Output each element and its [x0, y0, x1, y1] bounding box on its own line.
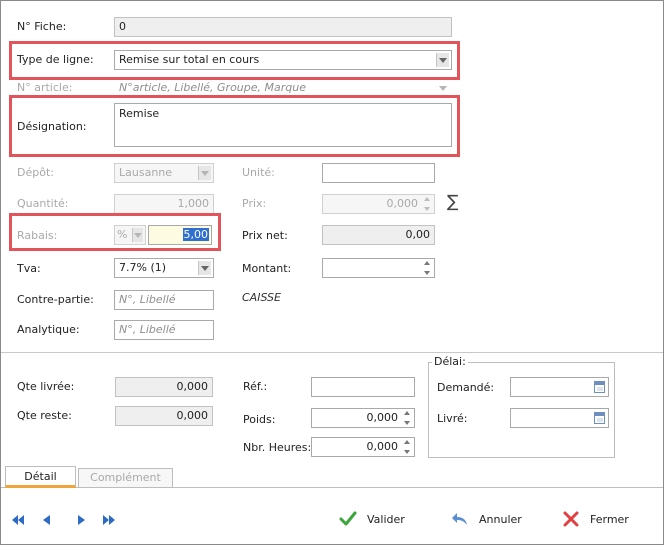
annuler-label: Annuler	[479, 512, 522, 526]
contre-partie-placeholder: N°, Libellé	[119, 293, 176, 306]
prix-net-field: 0,00	[322, 225, 435, 245]
highlight-rabais	[9, 213, 221, 251]
calendar-icon[interactable]	[594, 412, 605, 424]
tab-complement[interactable]: Complément	[78, 468, 173, 488]
livre-date-input[interactable]	[510, 408, 609, 428]
first-record-icon[interactable]	[11, 513, 25, 527]
annuler-button[interactable]: Annuler	[451, 510, 522, 528]
check-icon	[339, 511, 357, 526]
fermer-button[interactable]: Fermer	[562, 510, 629, 528]
highlight-type-ligne	[9, 41, 460, 80]
valider-label: Valider	[367, 512, 405, 526]
chevron-down-icon[interactable]	[436, 81, 449, 95]
section-divider	[1, 352, 663, 353]
contre-partie-input[interactable]: N°, Libellé	[114, 290, 214, 310]
livre-label: Livré:	[437, 412, 468, 425]
unite-label: Unité:	[242, 166, 275, 179]
fiche-field: 0	[114, 17, 452, 37]
poids-label: Poids:	[243, 413, 276, 426]
tva-label: Tva:	[17, 262, 41, 275]
article-placeholder: N°article, Libellé, Groupe, Marque	[119, 81, 306, 94]
prix-label: Prix:	[242, 197, 267, 210]
fermer-label: Fermer	[590, 512, 629, 526]
tva-select[interactable]: 7.7% (1)	[114, 258, 214, 278]
close-icon	[563, 511, 579, 527]
analytique-label: Analytique:	[17, 323, 80, 336]
ref-label: Réf.:	[243, 380, 268, 393]
montant-label: Montant:	[242, 262, 292, 275]
analytique-input[interactable]: N°, Libellé	[114, 320, 214, 340]
prix-input[interactable]: 0,000	[322, 194, 435, 214]
fiche-value: 0	[119, 20, 126, 33]
quantite-value: 1,000	[177, 197, 210, 210]
qte-reste-value: 0,000	[176, 409, 209, 422]
last-record-icon[interactable]	[102, 513, 116, 527]
spinner-icon[interactable]	[402, 440, 412, 454]
depot-label: Dépôt:	[17, 166, 54, 179]
analytique-placeholder: N°, Libellé	[119, 323, 176, 336]
demande-date-input[interactable]	[510, 377, 609, 397]
calendar-icon[interactable]	[594, 381, 605, 393]
caisse-label: CAISSE	[242, 291, 281, 304]
qte-livree-value: 0,000	[176, 380, 209, 393]
nbr-heures-input[interactable]: 0,000	[311, 437, 415, 457]
depot-select[interactable]: Lausanne	[114, 163, 214, 183]
qte-reste-label: Qte reste:	[17, 409, 72, 422]
undo-icon	[452, 513, 467, 525]
spinner-icon[interactable]	[422, 261, 432, 275]
qte-livree-label: Qte livrée:	[17, 380, 75, 393]
nbr-heures-value: 0,000	[366, 440, 399, 453]
poids-input[interactable]: 0,000	[311, 408, 415, 428]
tab-detail[interactable]: Détail	[5, 466, 76, 488]
highlight-designation	[9, 95, 460, 157]
ref-input[interactable]	[311, 377, 415, 397]
tva-value: 7.7% (1)	[119, 261, 167, 274]
qte-livree-field: 0,000	[115, 377, 213, 397]
qte-reste-field: 0,000	[115, 406, 213, 426]
quantite-label: Quantité:	[17, 197, 69, 210]
delai-title: Délai:	[432, 355, 468, 368]
sum-icon[interactable]: ∑	[447, 192, 458, 212]
quantite-input[interactable]: 1,000	[114, 194, 214, 214]
demande-label: Demandé:	[437, 381, 495, 394]
prix-net-value: 0,00	[405, 228, 431, 241]
previous-record-icon[interactable]	[40, 513, 54, 527]
montant-input[interactable]	[322, 258, 435, 278]
article-label: N° article:	[17, 81, 73, 94]
prix-value: 0,000	[386, 197, 419, 210]
fiche-label: N° Fiche:	[17, 20, 67, 33]
chevron-down-icon[interactable]	[198, 166, 211, 180]
valider-button[interactable]: Valider	[339, 510, 405, 528]
poids-value: 0,000	[366, 411, 399, 424]
prix-net-label: Prix net:	[242, 229, 288, 242]
contre-partie-label: Contre-partie:	[17, 293, 94, 306]
next-record-icon[interactable]	[74, 513, 88, 527]
spinner-icon[interactable]	[422, 197, 432, 211]
unite-input[interactable]	[322, 163, 435, 183]
spinner-icon[interactable]	[402, 411, 412, 425]
nbr-heures-label: Nbr. Heures:	[243, 441, 312, 454]
chevron-down-icon[interactable]	[198, 261, 211, 275]
depot-value: Lausanne	[119, 166, 173, 179]
